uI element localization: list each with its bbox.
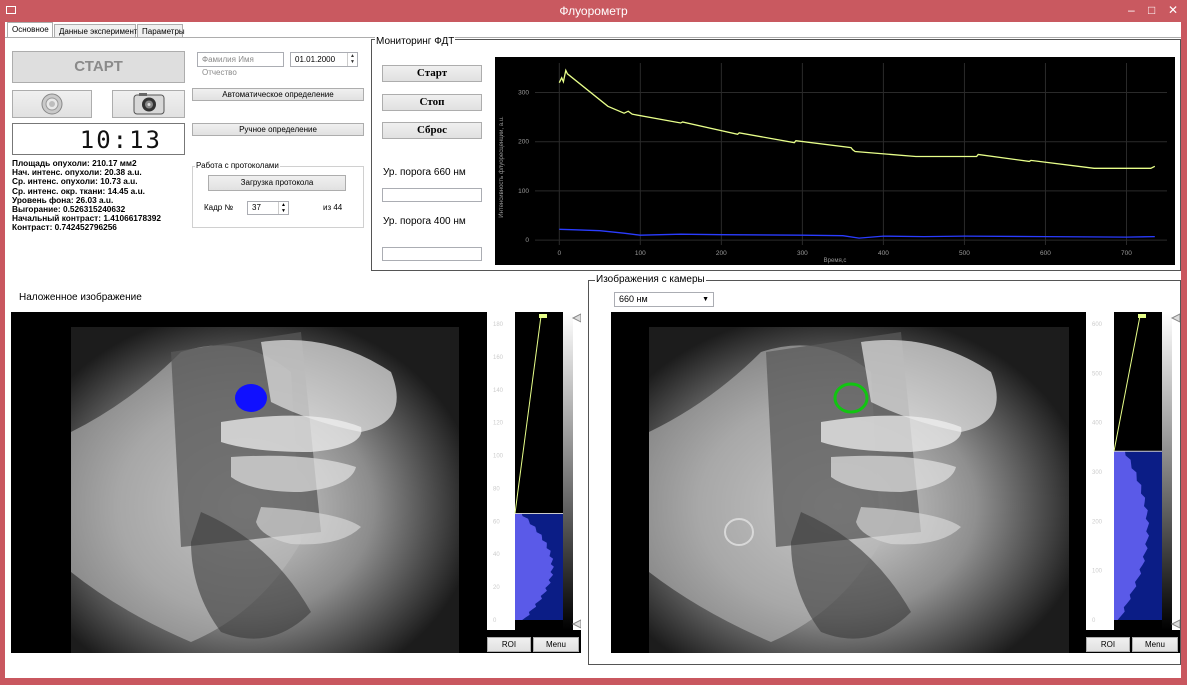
chart-y-label: Интенсивность флуоресценции, a.u. bbox=[499, 116, 505, 218]
stat-contrast: Контраст: 0.742452796256 bbox=[12, 222, 117, 233]
overlay-histogram: 180 160 140 120 100 80 60 40 20 0 bbox=[487, 312, 582, 630]
monitor-stop-button[interactable]: Стоп bbox=[382, 94, 482, 111]
histogram-gradient-bar bbox=[563, 312, 573, 630]
histogram-gradient-bar bbox=[1162, 312, 1172, 630]
tab-experiment-data[interactable]: Данные эксперимента bbox=[54, 24, 142, 37]
monitor-reset-button[interactable]: Сброс bbox=[382, 122, 482, 139]
manual-detect-button[interactable]: Ручное определение bbox=[192, 123, 364, 136]
histogram-tick: 600 bbox=[1092, 322, 1103, 328]
monitoring-group-title: Мониторинг ФДТ bbox=[375, 36, 456, 47]
tab-main[interactable]: Основное bbox=[7, 22, 53, 37]
histogram-top-handle[interactable] bbox=[539, 314, 547, 318]
histogram-max-handle-icon[interactable] bbox=[1170, 313, 1181, 323]
chart-y-tick: 300 bbox=[518, 90, 529, 97]
chart-x-tick: 200 bbox=[716, 250, 727, 257]
histogram-tick: 200 bbox=[1092, 519, 1103, 525]
threshold-660-label: Ур. порога 660 нм bbox=[383, 167, 466, 178]
camera-panel-title: Изображения с камеры bbox=[595, 274, 706, 285]
tumor-roi-overlay bbox=[235, 384, 267, 412]
stats-block: Площадь опухоли: 210.17 мм2 Нач. интенс.… bbox=[12, 158, 161, 233]
window-title: Флуорометр bbox=[559, 4, 628, 18]
chart-x-tick: 0 bbox=[557, 250, 561, 257]
chart-x-tick: 400 bbox=[878, 250, 889, 257]
protocols-group-title: Работа с протоколами bbox=[195, 161, 280, 170]
histogram-tick: 40 bbox=[493, 552, 500, 558]
histogram-tick: 0 bbox=[1092, 618, 1096, 624]
frame-spinbox[interactable]: 37 ▲ ▼ bbox=[247, 201, 289, 215]
chart-x-tick: 600 bbox=[1040, 250, 1051, 257]
maximize-button[interactable]: □ bbox=[1148, 3, 1155, 17]
histogram-tick: 500 bbox=[1092, 371, 1103, 377]
chart-x-tick: 500 bbox=[959, 250, 970, 257]
overlay-panel-title: Наложенное изображение bbox=[19, 292, 142, 303]
wavelength-select[interactable]: 660 нм ▼ bbox=[614, 292, 714, 307]
clock-display: 10:13 bbox=[12, 123, 185, 155]
chart-y-tick: 100 bbox=[518, 188, 529, 195]
wavelength-value: 660 нм bbox=[619, 294, 648, 304]
histogram-tick: 60 bbox=[493, 519, 500, 525]
camera-icon bbox=[133, 93, 165, 115]
camera-roi-button[interactable]: ROI bbox=[1086, 637, 1130, 652]
start-button[interactable]: СТАРТ bbox=[12, 51, 185, 83]
lamp-button[interactable] bbox=[12, 90, 92, 118]
date-input[interactable]: 01.01.2000 ▲ ▼ bbox=[290, 52, 358, 67]
tab-parameters[interactable]: Параметры bbox=[137, 24, 185, 37]
threshold-660-input[interactable] bbox=[382, 188, 482, 202]
date-value: 01.01.2000 bbox=[295, 55, 336, 64]
overlay-menu-button[interactable]: Menu bbox=[533, 637, 579, 652]
pdt-monitoring-chart: 0 100 200 300 400 500 600 700 0 100 200 300 Время,с… bbox=[495, 57, 1175, 265]
histogram-tick: 80 bbox=[493, 486, 500, 492]
camera-button[interactable] bbox=[112, 90, 185, 118]
monitor-start-button[interactable]: Старт bbox=[382, 65, 482, 82]
auto-detect-button[interactable]: Автоматическое определение bbox=[192, 88, 364, 101]
chart-x-tick: 100 bbox=[635, 250, 646, 257]
histogram-tick: 20 bbox=[493, 585, 500, 591]
clock-value: 10:13 bbox=[79, 126, 162, 154]
camera-histogram: 600 500 400 300 200 100 0 bbox=[1086, 312, 1181, 630]
overlay-image-view: 180 160 140 120 100 80 60 40 20 0 ROI Menu bbox=[11, 312, 582, 653]
histogram-tick: 140 bbox=[493, 388, 504, 394]
chart-background bbox=[495, 57, 1175, 265]
chart-x-label: Время,с bbox=[824, 258, 847, 264]
histogram-min-handle-icon[interactable] bbox=[571, 619, 582, 629]
histogram-tick: 160 bbox=[493, 355, 504, 361]
load-protocol-button[interactable]: Загрузка протокола bbox=[208, 175, 346, 191]
chart-x-tick: 300 bbox=[797, 250, 808, 257]
close-button[interactable]: ✕ bbox=[1168, 3, 1178, 17]
frame-spin-icon[interactable]: ▲ ▼ bbox=[278, 202, 288, 214]
main-window: Основное Данные эксперимента Параметры С… bbox=[5, 22, 1181, 678]
tab-divider bbox=[5, 37, 1181, 38]
minimize-button[interactable]: – bbox=[1128, 3, 1135, 17]
lamp-icon bbox=[41, 93, 63, 115]
histogram-tick: 300 bbox=[1092, 470, 1103, 476]
histogram-max-handle-icon[interactable] bbox=[571, 313, 582, 323]
threshold-400-input[interactable] bbox=[382, 247, 482, 261]
frame-label: Кадр № bbox=[204, 203, 234, 212]
histogram-tick: 180 bbox=[493, 322, 504, 328]
title-bar: Флуорометр – □ ✕ bbox=[0, 0, 1187, 22]
date-spin-icon[interactable]: ▲ ▼ bbox=[347, 53, 357, 66]
chevron-down-icon: ▼ bbox=[702, 296, 709, 303]
histogram-tick: 0 bbox=[493, 618, 497, 624]
patient-name-input[interactable]: Фамилия Имя Отчество bbox=[197, 52, 284, 77]
chart-y-tick: 0 bbox=[525, 237, 529, 244]
histogram-tick: 400 bbox=[1092, 421, 1103, 427]
frame-total: из 44 bbox=[323, 203, 343, 212]
histogram-tick: 100 bbox=[1092, 569, 1103, 575]
histogram-min-handle-icon[interactable] bbox=[1170, 619, 1181, 629]
histogram-top-handle[interactable] bbox=[1138, 314, 1146, 318]
histogram-tick: 100 bbox=[493, 454, 504, 460]
frame-value: 37 bbox=[252, 203, 261, 212]
chart-x-tick: 700 bbox=[1121, 250, 1132, 257]
histogram-tick: 120 bbox=[493, 421, 504, 427]
camera-image-view: 600 500 400 300 200 100 0 ROI Menu bbox=[611, 312, 1181, 653]
threshold-400-label: Ур. порога 400 нм bbox=[383, 216, 466, 227]
overlay-roi-button[interactable]: ROI bbox=[487, 637, 531, 652]
camera-menu-button[interactable]: Menu bbox=[1132, 637, 1178, 652]
chart-y-tick: 200 bbox=[518, 139, 529, 146]
